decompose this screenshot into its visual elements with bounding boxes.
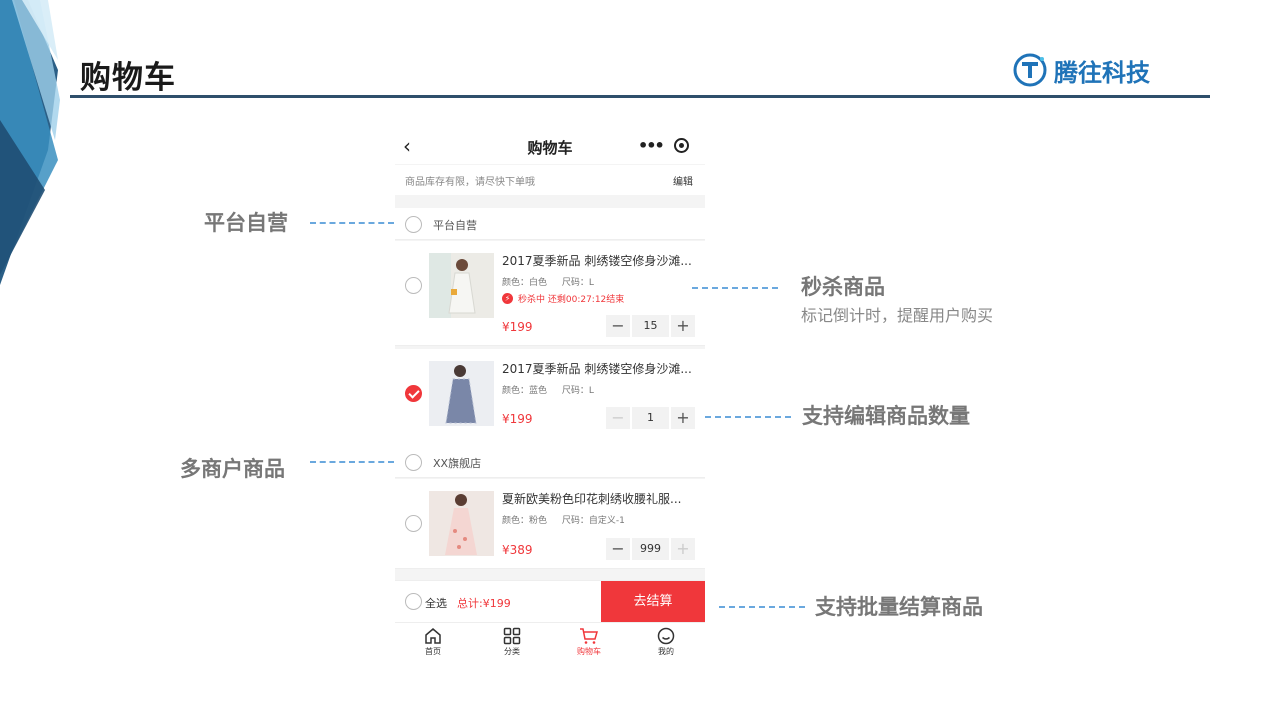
item-select-radio[interactable] <box>405 277 422 294</box>
shop-header-merchant: XX旗舰店 <box>395 446 705 478</box>
select-all-label[interactable]: 全选 <box>425 595 447 611</box>
callout-line-edit-quantity <box>705 416 791 418</box>
lightning-icon: ⚡ <box>502 293 513 304</box>
tab-label: 首页 <box>425 647 441 656</box>
logo-text: 腾往科技 <box>1054 58 1150 87</box>
cart-item: 2017夏季新品 刺绣镂空修身沙滩... 颜色：蓝色 尺码：L ¥199 − 1… <box>395 349 705 454</box>
item-attributes: 颜色：蓝色 尺码：L <box>502 383 606 396</box>
edit-button[interactable]: 编辑 <box>673 173 693 188</box>
select-all-radio[interactable] <box>405 593 422 610</box>
tab-category[interactable]: 分类 <box>492 627 532 657</box>
callout-line-batch-checkout <box>719 606 805 608</box>
shop-select-radio[interactable] <box>405 216 422 233</box>
cart-item: 2017夏季新品 刺绣镂空修身沙滩... 颜色：白色 尺码：L ⚡ 秒杀中 还剩… <box>395 241 705 346</box>
item-size: 尺码：自定义-1 <box>561 516 625 526</box>
callout-flash-sale: 秒杀商品 <box>801 275 885 299</box>
phone-screen: ‹ 购物车 ••• 商品库存有限，请尽快下单哦 编辑 平台自营 2017夏季新品… <box>395 128 705 664</box>
cart-icon <box>580 628 598 644</box>
shop-name: XX旗舰店 <box>433 457 482 470</box>
product-image[interactable] <box>429 361 494 426</box>
title-divider <box>70 95 1210 98</box>
tab-label: 购物车 <box>577 647 601 656</box>
callout-platform: 平台自营 <box>204 211 288 235</box>
callout-batch-checkout: 支持批量结算商品 <box>815 595 983 619</box>
tab-bar: 首页 分类 购物车 我的 <box>395 622 705 664</box>
callout-flash-sale-desc: 标记倒计时，提醒用户购买 <box>801 306 994 325</box>
tab-label: 分类 <box>504 647 520 656</box>
callout-line-platform <box>310 222 394 224</box>
shop-name: 平台自营 <box>433 219 477 232</box>
callout-edit-quantity: 支持编辑商品数量 <box>802 404 970 428</box>
item-attributes: 颜色：粉色 尺码：自定义-1 <box>502 513 637 526</box>
item-title[interactable]: 2017夏季新品 刺绣镂空修身沙滩... <box>502 360 700 377</box>
close-target-icon[interactable] <box>674 138 689 153</box>
tab-label: 我的 <box>658 647 674 656</box>
total-price: 总计:¥199 <box>457 597 511 610</box>
quantity-value[interactable]: 999 <box>632 538 669 560</box>
product-image[interactable] <box>429 491 494 556</box>
shop-header-platform: 平台自营 <box>395 208 705 240</box>
quantity-stepper: − 15 + <box>606 315 695 337</box>
callout-line-multi-merchant <box>310 461 394 463</box>
item-select-radio[interactable] <box>405 385 422 402</box>
shop-select-radio[interactable] <box>405 454 422 471</box>
checkout-bar: 全选 总计:¥199 去结算 <box>395 580 705 623</box>
stock-notice: 商品库存有限，请尽快下单哦 编辑 <box>395 165 705 195</box>
item-price: ¥199 <box>502 320 533 334</box>
product-image[interactable] <box>429 253 494 318</box>
item-size: 尺码：L <box>561 278 594 288</box>
quantity-value[interactable]: 1 <box>632 407 669 429</box>
item-attributes: 颜色：白色 尺码：L <box>502 275 606 288</box>
decrease-button[interactable]: − <box>606 315 630 337</box>
flash-sale-badge: ⚡ 秒杀中 还剩00:27:12结束 <box>502 292 624 305</box>
item-color: 颜色：白色 <box>502 278 548 288</box>
increase-button[interactable]: + <box>671 315 695 337</box>
tab-mine[interactable]: 我的 <box>646 627 686 657</box>
grid-icon <box>503 627 521 645</box>
more-icon[interactable]: ••• <box>638 136 665 155</box>
flash-countdown: 秒杀中 还剩00:27:12结束 <box>518 295 625 305</box>
item-price: ¥389 <box>502 543 533 557</box>
item-select-radio[interactable] <box>405 515 422 532</box>
decorative-corner-shapes <box>0 0 60 285</box>
decrease-button[interactable]: − <box>606 538 630 560</box>
item-title[interactable]: 2017夏季新品 刺绣镂空修身沙滩... <box>502 252 700 269</box>
tab-home[interactable]: 首页 <box>413 627 453 657</box>
slide-title: 购物车 <box>80 60 176 96</box>
quantity-value[interactable]: 15 <box>632 315 669 337</box>
decrease-button[interactable]: − <box>606 407 630 429</box>
increase-button[interactable]: + <box>671 538 695 560</box>
checkout-button[interactable]: 去结算 <box>601 581 705 623</box>
notice-text: 商品库存有限，请尽快下单哦 <box>405 177 535 188</box>
quantity-stepper: − 999 + <box>606 538 695 560</box>
callout-line-flash-sale <box>692 287 778 289</box>
nav-bar: ‹ 购物车 ••• <box>395 128 705 164</box>
cart-item: 夏新欧美粉色印花刺绣收腰礼服... 颜色：粉色 尺码：自定义-1 ¥389 − … <box>395 479 705 569</box>
logo-mark-icon <box>1013 53 1047 87</box>
company-logo: 腾往科技 <box>1012 52 1150 88</box>
home-icon <box>425 628 441 644</box>
quantity-stepper: − 1 + <box>606 407 695 429</box>
item-title[interactable]: 夏新欧美粉色印花刺绣收腰礼服... <box>502 490 700 507</box>
item-color: 颜色：蓝色 <box>502 386 548 396</box>
item-color: 颜色：粉色 <box>502 516 548 526</box>
item-price: ¥199 <box>502 412 533 426</box>
user-icon <box>657 627 675 645</box>
item-size: 尺码：L <box>561 386 594 396</box>
tab-cart[interactable]: 购物车 <box>569 627 609 657</box>
increase-button[interactable]: + <box>671 407 695 429</box>
callout-multi-merchant: 多商户商品 <box>180 457 285 481</box>
